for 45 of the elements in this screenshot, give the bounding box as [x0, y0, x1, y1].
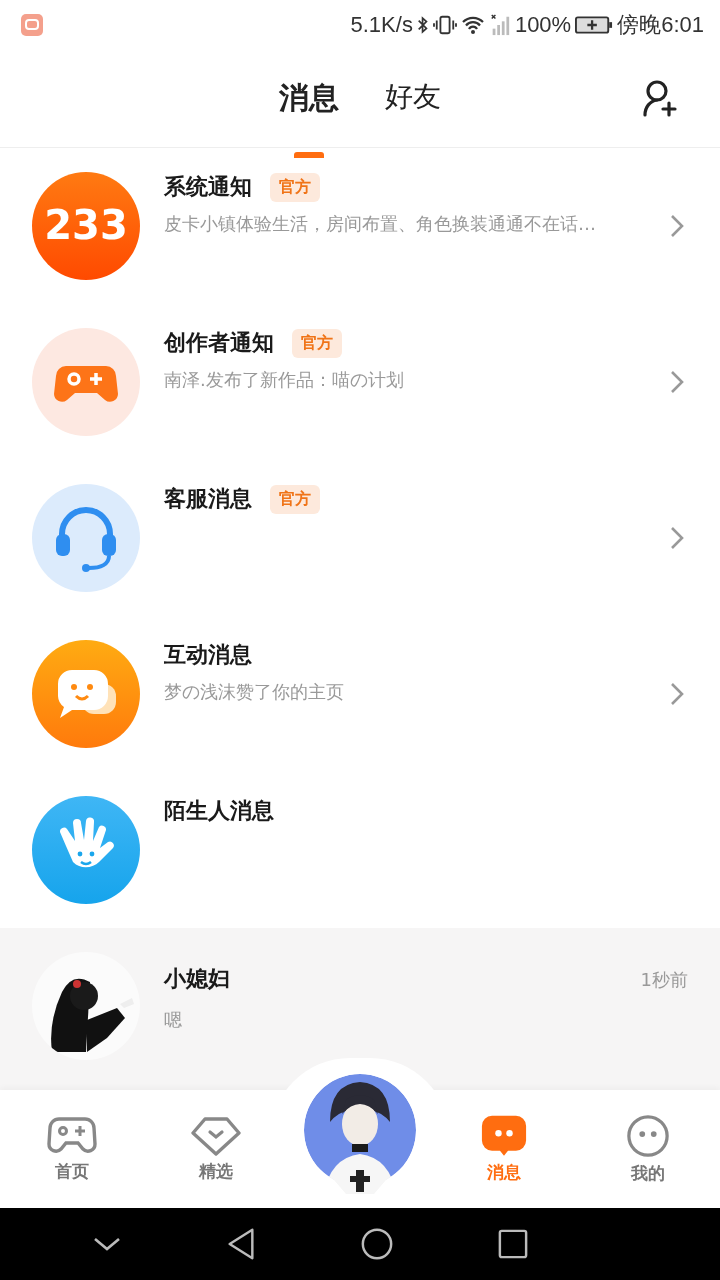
chevron-right-icon[interactable]: [670, 682, 684, 706]
heart-tag-icon: [191, 1115, 241, 1156]
message-bubble-icon: [481, 1114, 527, 1157]
contact-name: 小媳妇: [164, 965, 231, 993]
battery-percent: 100%: [514, 12, 572, 38]
bluetooth-icon: [416, 14, 429, 36]
chat-bubble-icon: [32, 640, 140, 748]
hand-icon: [32, 796, 140, 904]
nav-tab[interactable]: 我的: [576, 1113, 720, 1185]
notification-title: 系统通知: [164, 173, 252, 201]
app-notification-icon: [20, 13, 44, 37]
back-icon[interactable]: [226, 1227, 256, 1261]
official-badge: 官方: [270, 484, 320, 514]
notification-title: 互动消息: [164, 641, 252, 669]
headset-icon: [32, 484, 140, 592]
smiley-face-icon: [626, 1113, 670, 1158]
chevron-right-icon[interactable]: [670, 214, 684, 238]
wifi-icon: [460, 15, 485, 35]
message-preview: 嗯: [164, 1008, 183, 1032]
chevron-right-icon[interactable]: [670, 526, 684, 550]
header-tab[interactable]: 消息: [271, 68, 347, 129]
message-time: 1秒前: [640, 968, 688, 992]
vibrate-icon: [432, 14, 457, 36]
notification-title: 陌生人消息: [164, 797, 274, 825]
battery-icon: [575, 15, 614, 35]
signal-icon: [488, 14, 511, 36]
message-preview: 皮卡小镇体验生活，房间布置、角色换装通通不在话…: [164, 212, 597, 236]
clock: 傍晚6:01: [617, 11, 704, 39]
notification-title: 客服消息: [164, 485, 252, 513]
nav-tab[interactable]: 精选: [144, 1115, 288, 1183]
notification-title: 创作者通知: [164, 329, 274, 357]
header-tab[interactable]: 好友: [377, 68, 449, 126]
app-logo-icon: 233: [32, 172, 140, 280]
recent-apps-icon[interactable]: [498, 1229, 528, 1259]
official-badge: 官方: [270, 172, 320, 202]
home-icon[interactable]: [360, 1227, 394, 1261]
chevron-right-icon[interactable]: [670, 370, 684, 394]
gamepad-icon: [32, 328, 140, 436]
official-badge: 官方: [292, 328, 342, 358]
network-speed: 5.1K/s: [350, 12, 413, 38]
gamepad-icon: [47, 1115, 97, 1156]
message-preview: 梦の浅沫赞了你的主页: [164, 680, 345, 704]
message-preview: 南泽.发布了新作品：喵の计划: [164, 368, 405, 392]
nav-tab[interactable]: 消息: [432, 1114, 576, 1184]
nav-tab[interactable]: 首页: [0, 1115, 144, 1183]
